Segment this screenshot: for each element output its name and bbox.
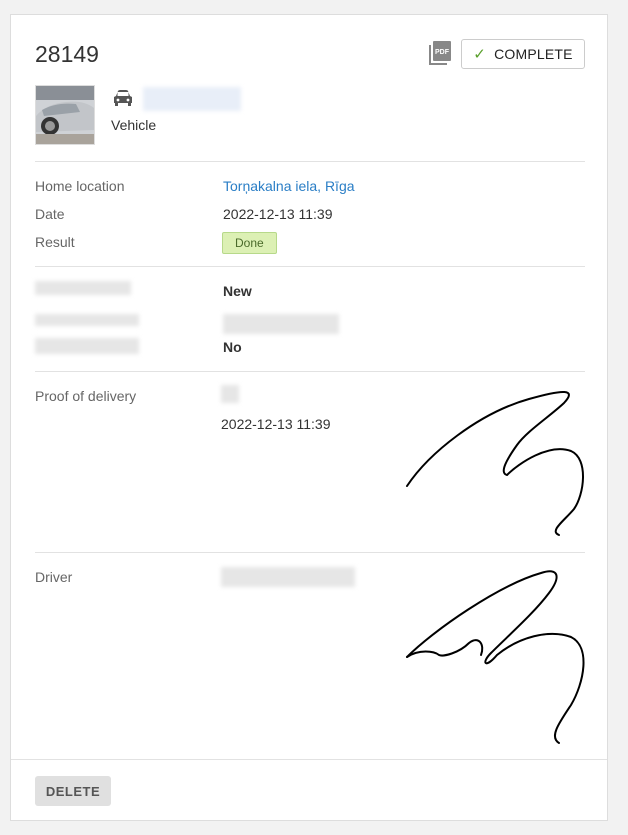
extra-value-3: No — [223, 339, 242, 355]
redacted-driver-name — [221, 567, 355, 587]
divider — [35, 552, 585, 553]
svg-text:PDF: PDF — [435, 49, 450, 56]
status-badge: Done — [222, 232, 277, 254]
extra-value-1: New — [223, 283, 252, 299]
redacted-label — [35, 281, 131, 295]
driver-label: Driver — [35, 569, 73, 585]
pdf-icon[interactable]: PDF — [429, 41, 451, 65]
driver-signature-image — [406, 570, 585, 744]
proof-date-value: 2022-12-13 11:39 — [221, 416, 331, 432]
vehicle-plate-redacted — [143, 87, 241, 111]
divider — [35, 161, 585, 162]
result-label: Result — [35, 234, 75, 250]
date-label: Date — [35, 206, 65, 222]
home-location-link[interactable]: Torņakalna iela, Rīga — [223, 178, 355, 194]
proof-signature-image — [406, 390, 584, 536]
redacted-value — [221, 385, 239, 403]
car-icon — [114, 90, 132, 106]
complete-label: COMPLETE — [494, 46, 573, 62]
date-value: 2022-12-13 11:39 — [223, 206, 333, 222]
divider — [35, 266, 585, 267]
home-location-label: Home location — [35, 178, 125, 194]
delete-button[interactable]: DELETE — [35, 776, 111, 806]
vehicle-label: Vehicle — [111, 117, 157, 133]
page-title: 28149 — [35, 41, 99, 67]
redacted-value — [223, 314, 339, 334]
vehicle-thumbnail[interactable] — [35, 85, 95, 145]
redacted-label — [35, 338, 139, 354]
redacted-label — [35, 314, 139, 326]
divider — [35, 371, 585, 372]
proof-of-delivery-label: Proof of delivery — [35, 388, 137, 404]
result-card: 28149 PDF ✓ COMPLETE Vehicle Home locati… — [10, 14, 608, 821]
footer-divider — [11, 759, 607, 760]
check-icon: ✓ — [473, 46, 487, 63]
complete-button[interactable]: ✓ COMPLETE — [461, 39, 585, 69]
